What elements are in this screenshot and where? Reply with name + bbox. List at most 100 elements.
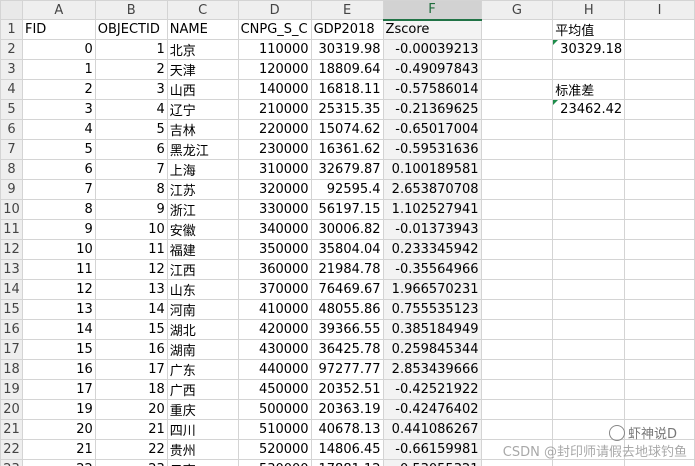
row-header[interactable]: 20 xyxy=(0,399,23,420)
cell[interactable] xyxy=(624,459,695,466)
cell[interactable] xyxy=(624,279,695,300)
table-cell[interactable]: 20 xyxy=(94,399,168,420)
table-cell[interactable]: 6 xyxy=(94,139,168,160)
table-cell[interactable]: 5 xyxy=(21,139,96,160)
cell[interactable] xyxy=(624,339,695,360)
table-cell[interactable]: 2 xyxy=(21,79,96,100)
cell[interactable] xyxy=(480,179,554,200)
column-header-a[interactable]: A xyxy=(21,0,96,20)
table-cell[interactable]: 16361.62 xyxy=(310,139,384,160)
row-header[interactable]: 4 xyxy=(0,79,23,100)
row-header[interactable]: 9 xyxy=(0,179,23,200)
cell-header-objectid[interactable]: OBJECTID xyxy=(94,19,168,40)
cell[interactable] xyxy=(480,219,554,240)
table-cell[interactable]: 湖北 xyxy=(166,319,239,340)
cell-header-fid[interactable]: FID xyxy=(21,19,96,40)
table-cell[interactable]: 410000 xyxy=(237,299,312,320)
table-cell[interactable]: 1 xyxy=(94,39,168,60)
cell[interactable] xyxy=(552,339,626,360)
cell[interactable] xyxy=(624,319,695,340)
cell[interactable] xyxy=(552,319,626,340)
table-cell[interactable]: 56197.15 xyxy=(310,199,384,220)
column-header-b[interactable]: B xyxy=(94,0,168,20)
cell[interactable] xyxy=(624,19,695,40)
table-cell[interactable]: 110000 xyxy=(237,39,312,60)
table-cell[interactable]: 2.853439666 xyxy=(382,359,482,380)
cell[interactable] xyxy=(480,19,554,40)
table-cell[interactable]: 四川 xyxy=(166,419,239,440)
row-header[interactable]: 1 xyxy=(0,19,23,40)
table-cell[interactable]: 25315.35 xyxy=(310,99,384,120)
table-cell[interactable]: 0.385184949 xyxy=(382,319,482,340)
cell[interactable] xyxy=(624,139,695,160)
row-header[interactable]: 10 xyxy=(0,199,23,220)
cell[interactable] xyxy=(624,159,695,180)
table-cell[interactable]: 14 xyxy=(21,319,96,340)
table-cell[interactable]: 天津 xyxy=(166,59,239,80)
cell[interactable] xyxy=(552,399,626,420)
table-cell[interactable]: 11 xyxy=(21,259,96,280)
table-cell[interactable]: 500000 xyxy=(237,399,312,420)
cell[interactable] xyxy=(480,99,554,120)
table-cell[interactable]: -0.35564966 xyxy=(382,259,482,280)
table-cell[interactable]: 420000 xyxy=(237,319,312,340)
row-header[interactable]: 14 xyxy=(0,279,23,300)
table-cell[interactable]: 吉林 xyxy=(166,119,239,140)
row-header[interactable]: 3 xyxy=(0,59,23,80)
row-header[interactable]: 13 xyxy=(0,259,23,280)
cell[interactable] xyxy=(480,39,554,60)
column-header-i[interactable]: I xyxy=(624,0,695,20)
row-header[interactable]: 8 xyxy=(0,159,23,180)
cell[interactable] xyxy=(480,339,554,360)
table-cell[interactable]: 30319.98 xyxy=(310,39,384,60)
cell-header-cnpg[interactable]: CNPG_S_C xyxy=(237,19,312,40)
cell-header-name[interactable]: NAME xyxy=(166,19,239,40)
table-cell[interactable]: 18809.64 xyxy=(310,59,384,80)
table-cell[interactable]: 30006.82 xyxy=(310,219,384,240)
table-cell[interactable]: 15074.62 xyxy=(310,119,384,140)
select-all-corner[interactable] xyxy=(0,0,23,20)
cell[interactable] xyxy=(552,459,626,466)
cell[interactable] xyxy=(552,139,626,160)
table-cell[interactable]: 14 xyxy=(94,299,168,320)
table-cell[interactable]: 11 xyxy=(94,239,168,260)
cell[interactable] xyxy=(624,359,695,380)
table-cell[interactable]: 黑龙江 xyxy=(166,139,239,160)
table-cell[interactable]: 3 xyxy=(94,79,168,100)
row-header[interactable]: 7 xyxy=(0,139,23,160)
row-header[interactable]: 15 xyxy=(0,299,23,320)
row-header[interactable]: 23 xyxy=(0,459,23,466)
table-cell[interactable]: 510000 xyxy=(237,419,312,440)
table-cell[interactable]: 39366.55 xyxy=(310,319,384,340)
cell[interactable] xyxy=(480,139,554,160)
table-cell[interactable]: 530000 xyxy=(237,459,312,466)
table-cell[interactable]: 430000 xyxy=(237,339,312,360)
table-cell[interactable]: 9 xyxy=(94,199,168,220)
table-cell[interactable]: 16 xyxy=(94,339,168,360)
cell[interactable] xyxy=(480,59,554,80)
cell[interactable] xyxy=(480,419,554,440)
table-cell[interactable]: 河南 xyxy=(166,299,239,320)
table-cell[interactable]: 450000 xyxy=(237,379,312,400)
table-cell[interactable]: 7 xyxy=(21,179,96,200)
table-cell[interactable]: 520000 xyxy=(237,439,312,460)
table-cell[interactable]: -0.21369625 xyxy=(382,99,482,120)
table-cell[interactable]: 湖南 xyxy=(166,339,239,360)
table-cell[interactable]: 16 xyxy=(21,359,96,380)
table-cell[interactable]: 4 xyxy=(21,119,96,140)
table-cell[interactable]: 17 xyxy=(94,359,168,380)
table-cell[interactable]: 17 xyxy=(21,379,96,400)
table-cell[interactable]: 210000 xyxy=(237,99,312,120)
cell[interactable] xyxy=(624,39,695,60)
cell[interactable] xyxy=(624,219,695,240)
cell[interactable] xyxy=(480,299,554,320)
table-cell[interactable]: 重庆 xyxy=(166,399,239,420)
cell[interactable] xyxy=(552,159,626,180)
table-cell[interactable]: -0.49097843 xyxy=(382,59,482,80)
table-cell[interactable]: 320000 xyxy=(237,179,312,200)
table-cell[interactable]: 350000 xyxy=(237,239,312,260)
cell-header-zscore[interactable]: Zscore xyxy=(382,19,482,40)
table-cell[interactable]: 14806.45 xyxy=(310,439,384,460)
cell[interactable] xyxy=(480,319,554,340)
cell[interactable] xyxy=(552,119,626,140)
